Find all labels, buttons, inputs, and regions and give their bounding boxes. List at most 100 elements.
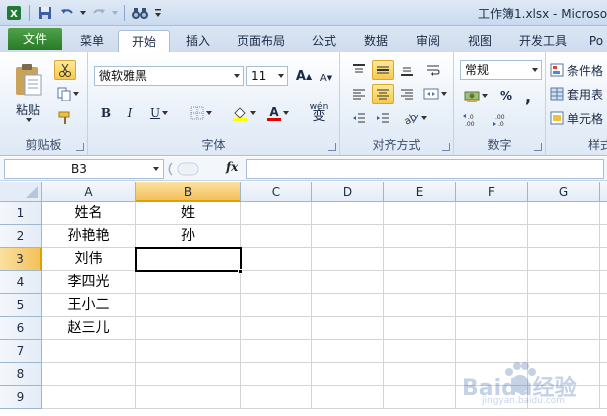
cell-c3[interactable] — [241, 248, 312, 271]
align-left-button[interactable] — [348, 84, 370, 104]
tab-developer[interactable]: 开发工具 — [510, 30, 576, 52]
tab-home[interactable]: 开始 — [118, 30, 170, 52]
percent-button[interactable]: % — [496, 86, 516, 106]
cell-b5[interactable] — [136, 294, 241, 317]
column-header-a[interactable]: A — [42, 182, 136, 202]
font-color-button[interactable]: A — [262, 102, 294, 124]
cell-g2[interactable] — [528, 225, 600, 248]
cell-a5[interactable]: 王小二 — [42, 294, 136, 317]
cell-f1[interactable] — [456, 202, 528, 225]
merge-center-button[interactable] — [420, 84, 450, 104]
tab-menu[interactable]: 菜单 — [70, 30, 114, 52]
cell-overflow7[interactable] — [600, 340, 607, 363]
cut-button[interactable] — [54, 60, 76, 80]
format-as-table-button[interactable]: 套用表 — [550, 84, 607, 104]
row-header-4[interactable]: 4 — [0, 271, 42, 294]
cell-g3[interactable] — [528, 248, 600, 271]
cell-f5[interactable] — [456, 294, 528, 317]
cell-d8[interactable] — [312, 363, 384, 386]
cell-overflow3[interactable] — [600, 248, 607, 271]
cell-e6[interactable] — [384, 317, 456, 340]
redo-icon[interactable] — [89, 3, 109, 23]
undo-dropdown-icon[interactable] — [79, 3, 87, 23]
comma-style-button[interactable]: , — [518, 86, 538, 106]
customize-qat-icon[interactable] — [152, 3, 164, 23]
paste-button[interactable]: 粘贴 — [6, 58, 50, 126]
font-name-select[interactable]: 微软雅黑 — [94, 66, 244, 86]
cell-b9[interactable] — [136, 386, 241, 409]
tab-insert[interactable]: 插入 — [176, 30, 220, 52]
clipboard-launcher-icon[interactable] — [76, 143, 84, 151]
tab-file[interactable]: 文件 — [8, 28, 62, 50]
row-header-5[interactable]: 5 — [0, 294, 42, 317]
tab-power[interactable]: Po — [584, 30, 607, 52]
grow-font-button[interactable]: A ▲ — [294, 66, 314, 86]
align-bottom-button[interactable] — [396, 60, 418, 80]
cell-f4[interactable] — [456, 271, 528, 294]
column-header-c[interactable]: C — [241, 182, 312, 202]
tab-review[interactable]: 审阅 — [406, 30, 450, 52]
cell-b2[interactable]: 孙 — [136, 225, 241, 248]
number-format-select[interactable]: 常规 — [460, 60, 542, 80]
cell-a9[interactable] — [42, 386, 136, 409]
fill-handle[interactable] — [238, 269, 243, 274]
column-header-g[interactable]: G — [528, 182, 600, 202]
cell-d2[interactable] — [312, 225, 384, 248]
borders-button[interactable] — [186, 102, 216, 124]
cell-f3[interactable] — [456, 248, 528, 271]
row-header-8[interactable]: 8 — [0, 363, 42, 386]
cell-e8[interactable] — [384, 363, 456, 386]
conditional-formatting-button[interactable]: 条件格 — [550, 60, 607, 80]
cell-b1[interactable]: 姓 — [136, 202, 241, 225]
decrease-indent-button[interactable] — [348, 108, 370, 128]
orientation-button[interactable]: ab — [400, 108, 430, 128]
cell-b8[interactable] — [136, 363, 241, 386]
cell-overflow9[interactable] — [600, 386, 607, 409]
cell-d6[interactable] — [312, 317, 384, 340]
save-icon[interactable] — [35, 3, 55, 23]
cell-a7[interactable] — [42, 340, 136, 363]
tab-formulas[interactable]: 公式 — [302, 30, 346, 52]
row-header-9[interactable]: 9 — [0, 386, 42, 409]
align-right-button[interactable] — [396, 84, 418, 104]
cell-g6[interactable] — [528, 317, 600, 340]
cell-overflow4[interactable] — [600, 271, 607, 294]
bold-button[interactable]: B — [96, 102, 116, 124]
cell-overflow1[interactable] — [600, 202, 607, 225]
fill-color-button[interactable] — [228, 102, 260, 124]
cell-e2[interactable] — [384, 225, 456, 248]
cell-f8[interactable] — [456, 363, 528, 386]
cell-e9[interactable] — [384, 386, 456, 409]
cell-g9[interactable] — [528, 386, 600, 409]
cell-overflow2[interactable] — [600, 225, 607, 248]
cell-c2[interactable] — [241, 225, 312, 248]
paste-dropdown-icon[interactable] — [26, 117, 32, 122]
row-header-2[interactable]: 2 — [0, 225, 42, 248]
cell-e7[interactable] — [384, 340, 456, 363]
cell-g1[interactable] — [528, 202, 600, 225]
row-header-7[interactable]: 7 — [0, 340, 42, 363]
cell-f9[interactable] — [456, 386, 528, 409]
cell-a6[interactable]: 赵三儿 — [42, 317, 136, 340]
cell-overflow8[interactable] — [600, 363, 607, 386]
cell-e5[interactable] — [384, 294, 456, 317]
cell-overflow5[interactable] — [600, 294, 607, 317]
binoculars-icon[interactable] — [130, 3, 150, 23]
align-top-button[interactable] — [348, 60, 370, 80]
row-header-6[interactable]: 6 — [0, 317, 42, 340]
row-header-3[interactable]: 3 — [0, 248, 42, 271]
cell-c7[interactable] — [241, 340, 312, 363]
cell-f2[interactable] — [456, 225, 528, 248]
align-center-button[interactable] — [372, 84, 394, 104]
cell-d5[interactable] — [312, 294, 384, 317]
tab-data[interactable]: 数据 — [354, 30, 398, 52]
name-box[interactable]: B3 — [4, 159, 164, 179]
cell-b3[interactable] — [136, 248, 241, 271]
select-all-corner[interactable] — [0, 182, 42, 202]
copy-button[interactable] — [54, 84, 82, 104]
align-middle-button[interactable] — [372, 60, 394, 80]
number-launcher-icon[interactable] — [534, 143, 542, 151]
cell-a4[interactable]: 李四光 — [42, 271, 136, 294]
cell-a8[interactable] — [42, 363, 136, 386]
underline-button[interactable]: U — [144, 102, 174, 124]
